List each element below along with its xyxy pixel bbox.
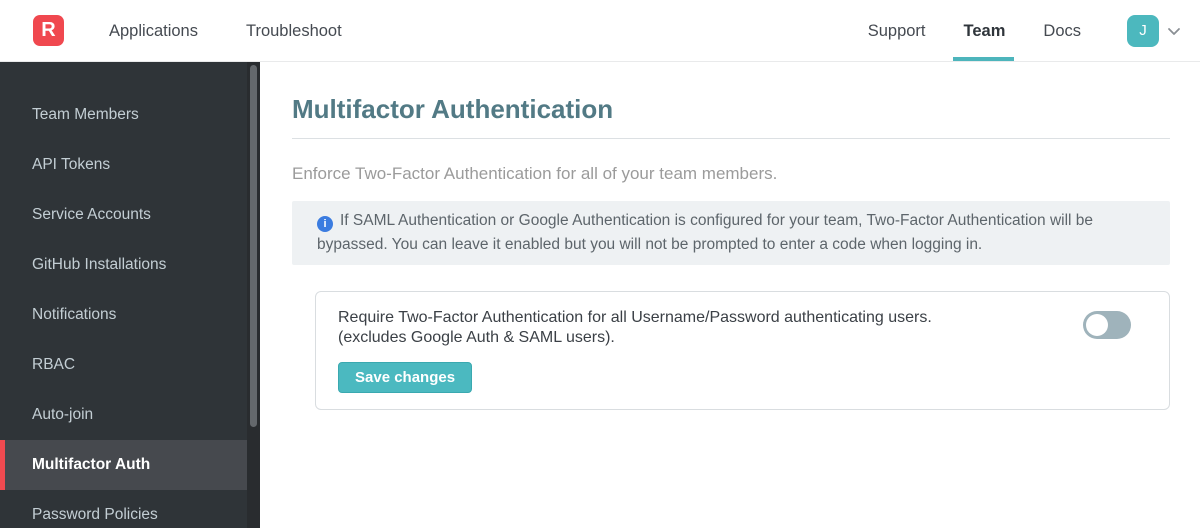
info-icon: i <box>317 216 333 232</box>
requirement-line-2: (excludes Google Auth & SAML users). <box>338 329 615 346</box>
settings-sidebar: Team Members API Tokens Service Accounts… <box>0 62 260 528</box>
info-note-text: If SAML Authentication or Google Authent… <box>317 212 1094 253</box>
page-shell: Team Members API Tokens Service Accounts… <box>0 62 1200 528</box>
sidebar-item-multifactor-auth[interactable]: Multifactor Auth <box>0 440 260 490</box>
two-factor-setting-card: Require Two-Factor Authentication for al… <box>315 291 1170 410</box>
two-factor-requirement-text: Require Two-Factor Authentication for al… <box>338 308 1147 348</box>
user-menu[interactable]: J <box>1127 14 1186 47</box>
secondary-nav: Support Team Docs J <box>868 0 1186 62</box>
sidebar-item-auto-join[interactable]: Auto-join <box>0 390 260 440</box>
saml-info-note: i If SAML Authentication or Google Authen… <box>292 201 1170 265</box>
nav-item-applications[interactable]: Applications <box>109 0 198 62</box>
page-description: Enforce Two-Factor Authentication for al… <box>292 164 778 183</box>
sidebar-item-notifications[interactable]: Notifications <box>0 290 260 340</box>
main-content: Multifactor Authentication Enforce Two-F… <box>260 62 1200 528</box>
nav-item-team[interactable]: Team <box>952 0 1015 62</box>
toggle-knob[interactable] <box>1086 314 1108 336</box>
avatar[interactable]: J <box>1127 14 1159 47</box>
chevron-down-icon[interactable] <box>1166 21 1186 41</box>
sidebar-item-service-accounts[interactable]: Service Accounts <box>0 190 260 240</box>
save-changes-button[interactable]: Save changes <box>338 362 473 393</box>
sidebar-item-password-policies[interactable]: Password Policies <box>0 490 260 528</box>
sidebar-item-github-installations[interactable]: GitHub Installations <box>0 240 260 290</box>
nav-item-docs[interactable]: Docs <box>1043 0 1081 62</box>
sidebar-item-rbac[interactable]: RBAC <box>0 340 260 390</box>
sidebar-scrollbar-thumb[interactable] <box>250 65 257 427</box>
primary-nav: Applications Troubleshoot <box>109 0 342 62</box>
requirement-line-1: Require Two-Factor Authentication for al… <box>338 309 932 326</box>
top-navigation-bar: R Applications Troubleshoot Support Team… <box>0 0 1200 62</box>
page-title: Multifactor Authentication <box>292 94 614 124</box>
sidebar-item-api-tokens[interactable]: API Tokens <box>0 140 260 190</box>
sidebar-scrollbar-track[interactable] <box>247 62 260 528</box>
sidebar-item-team-members[interactable]: Team Members <box>0 90 260 140</box>
nav-item-troubleshoot[interactable]: Troubleshoot <box>246 0 342 62</box>
nav-item-support[interactable]: Support <box>868 0 926 62</box>
title-divider <box>292 138 1170 139</box>
require-two-factor-toggle[interactable] <box>1083 311 1131 339</box>
rollbar-logo-icon[interactable]: R <box>33 15 64 46</box>
